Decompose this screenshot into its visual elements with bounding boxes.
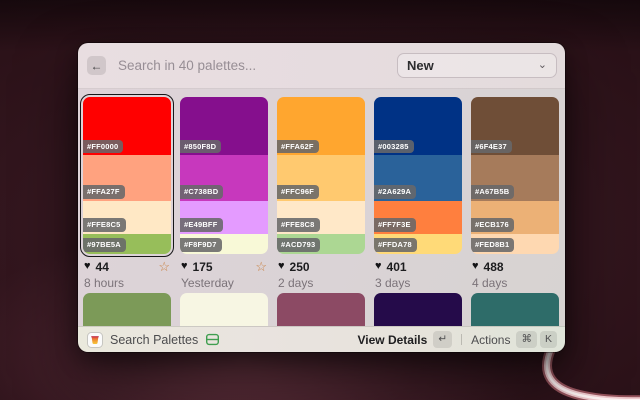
app-window: ← New ⌄ #FF0000 #FFA27F #FFE8C5 #97BE5A … xyxy=(78,43,565,352)
palette-meta: ♥ 488 4 days xyxy=(471,254,559,289)
color-band: #FFC96F xyxy=(277,155,365,201)
footer-divider xyxy=(461,334,462,345)
hex-chip: #003285 xyxy=(374,140,414,154)
palette-card-3[interactable]: #FFA62F #FFC96F #FFE8C8 #ACD793 xyxy=(277,97,365,254)
palette-column: #FFA62F #FFC96F #FFE8C8 #ACD793 ♥ 250 2 … xyxy=(277,97,365,326)
relative-time: 2 days xyxy=(278,277,364,289)
palette-column: #003285 #2A629A #FF7F3E #FFDA78 ♥ 401 3 … xyxy=(374,97,462,326)
color-band: #E49BFF xyxy=(180,201,268,234)
back-button[interactable]: ← xyxy=(87,56,106,75)
k-key-badge: K xyxy=(540,331,557,348)
partial-palette-card[interactable] xyxy=(374,293,462,326)
hex-chip: #C738BD xyxy=(180,185,223,199)
heart-icon: ♥ xyxy=(472,261,479,272)
partial-palette-card[interactable] xyxy=(180,293,268,326)
palette-meta: ♥ 401 3 days xyxy=(374,254,462,289)
back-arrow-icon: ← xyxy=(91,60,103,72)
palette-column: #850F8D #C738BD #E49BFF #F8F9D7 ♥ 175 ☆ … xyxy=(180,97,268,326)
color-band: #ACD793 xyxy=(277,234,365,254)
palette-grid: #FF0000 #FFA27F #FFE8C5 #97BE5A ♥ 44 ☆ 8… xyxy=(78,89,565,326)
palette-column: #6F4E37 #A67B5B #ECB176 #FED8B1 ♥ 488 4 … xyxy=(471,97,559,326)
heart-icon: ♥ xyxy=(278,261,285,272)
color-band: #003285 xyxy=(374,97,462,155)
color-band: #FED8B1 xyxy=(471,234,559,254)
hex-chip: #FF0000 xyxy=(83,140,123,154)
palette-card-1[interactable]: #FF0000 #FFA27F #FFE8C5 #97BE5A xyxy=(83,97,171,254)
relative-time: 8 hours xyxy=(84,277,170,289)
partial-palette-card[interactable] xyxy=(83,293,171,326)
color-band: #FFA62F xyxy=(277,97,365,155)
hex-chip: #F8F9D7 xyxy=(180,238,222,252)
palette-card-4[interactable]: #003285 #2A629A #FF7F3E #FFDA78 xyxy=(374,97,462,254)
heart-icon: ♥ xyxy=(84,261,91,272)
palette-card-5[interactable]: #6F4E37 #A67B5B #ECB176 #FED8B1 xyxy=(471,97,559,254)
hex-chip: #FFA62F xyxy=(277,140,319,154)
partial-palette-card[interactable] xyxy=(277,293,365,326)
palette-meta: ♥ 44 ☆ 8 hours xyxy=(83,254,171,289)
hex-chip: #FFE8C8 xyxy=(277,218,320,232)
color-band: #FFDA78 xyxy=(374,234,462,254)
favorite-star-icon[interactable]: ☆ xyxy=(158,260,170,273)
hex-chip: #FFDA78 xyxy=(374,238,417,252)
palette-meta: ♥ 175 ☆ Yesterday xyxy=(180,254,268,289)
hex-chip: #6F4E37 xyxy=(471,140,512,154)
hex-chip: #2A629A xyxy=(374,185,416,199)
partial-palette-card[interactable] xyxy=(471,293,559,326)
likes-count: 44 xyxy=(96,261,109,273)
palette-meta: ♥ 250 2 days xyxy=(277,254,365,289)
heart-icon: ♥ xyxy=(375,261,382,272)
likes-count: 488 xyxy=(484,261,504,273)
color-band: #6F4E37 xyxy=(471,97,559,155)
actions-label: Actions xyxy=(471,333,510,347)
likes-count: 250 xyxy=(290,261,310,273)
command-title: Search Palettes xyxy=(110,333,198,347)
heart-icon: ♥ xyxy=(181,261,188,272)
color-band: #ECB176 xyxy=(471,201,559,234)
palette-view-icon xyxy=(205,332,220,347)
sort-dropdown-value: New xyxy=(407,58,434,73)
search-bar: ← New ⌄ xyxy=(78,43,565,89)
action-bar: Search Palettes View Details ↵ Actions ⌘… xyxy=(78,326,565,352)
chevron-down-icon: ⌄ xyxy=(538,60,547,71)
relative-time: 3 days xyxy=(375,277,461,289)
hex-chip: #97BE5A xyxy=(83,238,126,252)
color-band: #850F8D xyxy=(180,97,268,155)
color-band: #A67B5B xyxy=(471,155,559,201)
actions-button[interactable]: Actions ⌘ K xyxy=(471,331,557,348)
favorite-star-icon[interactable]: ☆ xyxy=(255,260,267,273)
hex-chip: #A67B5B xyxy=(471,185,514,199)
hex-chip: #850F8D xyxy=(180,140,221,154)
color-band: #FF7F3E xyxy=(374,201,462,234)
color-band: #C738BD xyxy=(180,155,268,201)
color-band: #F8F9D7 xyxy=(180,234,268,254)
likes-count: 401 xyxy=(387,261,407,273)
palette-card-2[interactable]: #850F8D #C738BD #E49BFF #F8F9D7 xyxy=(180,97,268,254)
extension-icon xyxy=(87,332,103,348)
view-details-button[interactable]: View Details xyxy=(357,333,427,347)
palette-column: #FF0000 #FFA27F #FFE8C5 #97BE5A ♥ 44 ☆ 8… xyxy=(83,97,171,326)
hex-chip: #FF7F3E xyxy=(374,218,416,232)
sort-dropdown[interactable]: New ⌄ xyxy=(397,53,557,78)
return-key-badge: ↵ xyxy=(433,331,452,348)
hex-chip: #FFA27F xyxy=(83,185,125,199)
relative-time: 4 days xyxy=(472,277,558,289)
hex-chip: #E49BFF xyxy=(180,218,223,232)
relative-time: Yesterday xyxy=(181,277,267,289)
hex-chip: #FFC96F xyxy=(277,185,319,199)
likes-count: 175 xyxy=(193,261,213,273)
color-band: #FFA27F xyxy=(83,155,171,201)
command-key-badge: ⌘ xyxy=(516,331,537,348)
hex-chip: #FED8B1 xyxy=(471,238,514,252)
color-band: #2A629A xyxy=(374,155,462,201)
hex-chip: #FFE8C5 xyxy=(83,218,126,232)
color-band: #FF0000 xyxy=(83,97,171,155)
search-input[interactable] xyxy=(116,57,397,74)
color-band: #FFE8C8 xyxy=(277,201,365,234)
color-band: #FFE8C5 xyxy=(83,201,171,234)
hex-chip: #ECB176 xyxy=(471,218,514,232)
color-band: #97BE5A xyxy=(83,234,171,254)
hex-chip: #ACD793 xyxy=(277,238,320,252)
